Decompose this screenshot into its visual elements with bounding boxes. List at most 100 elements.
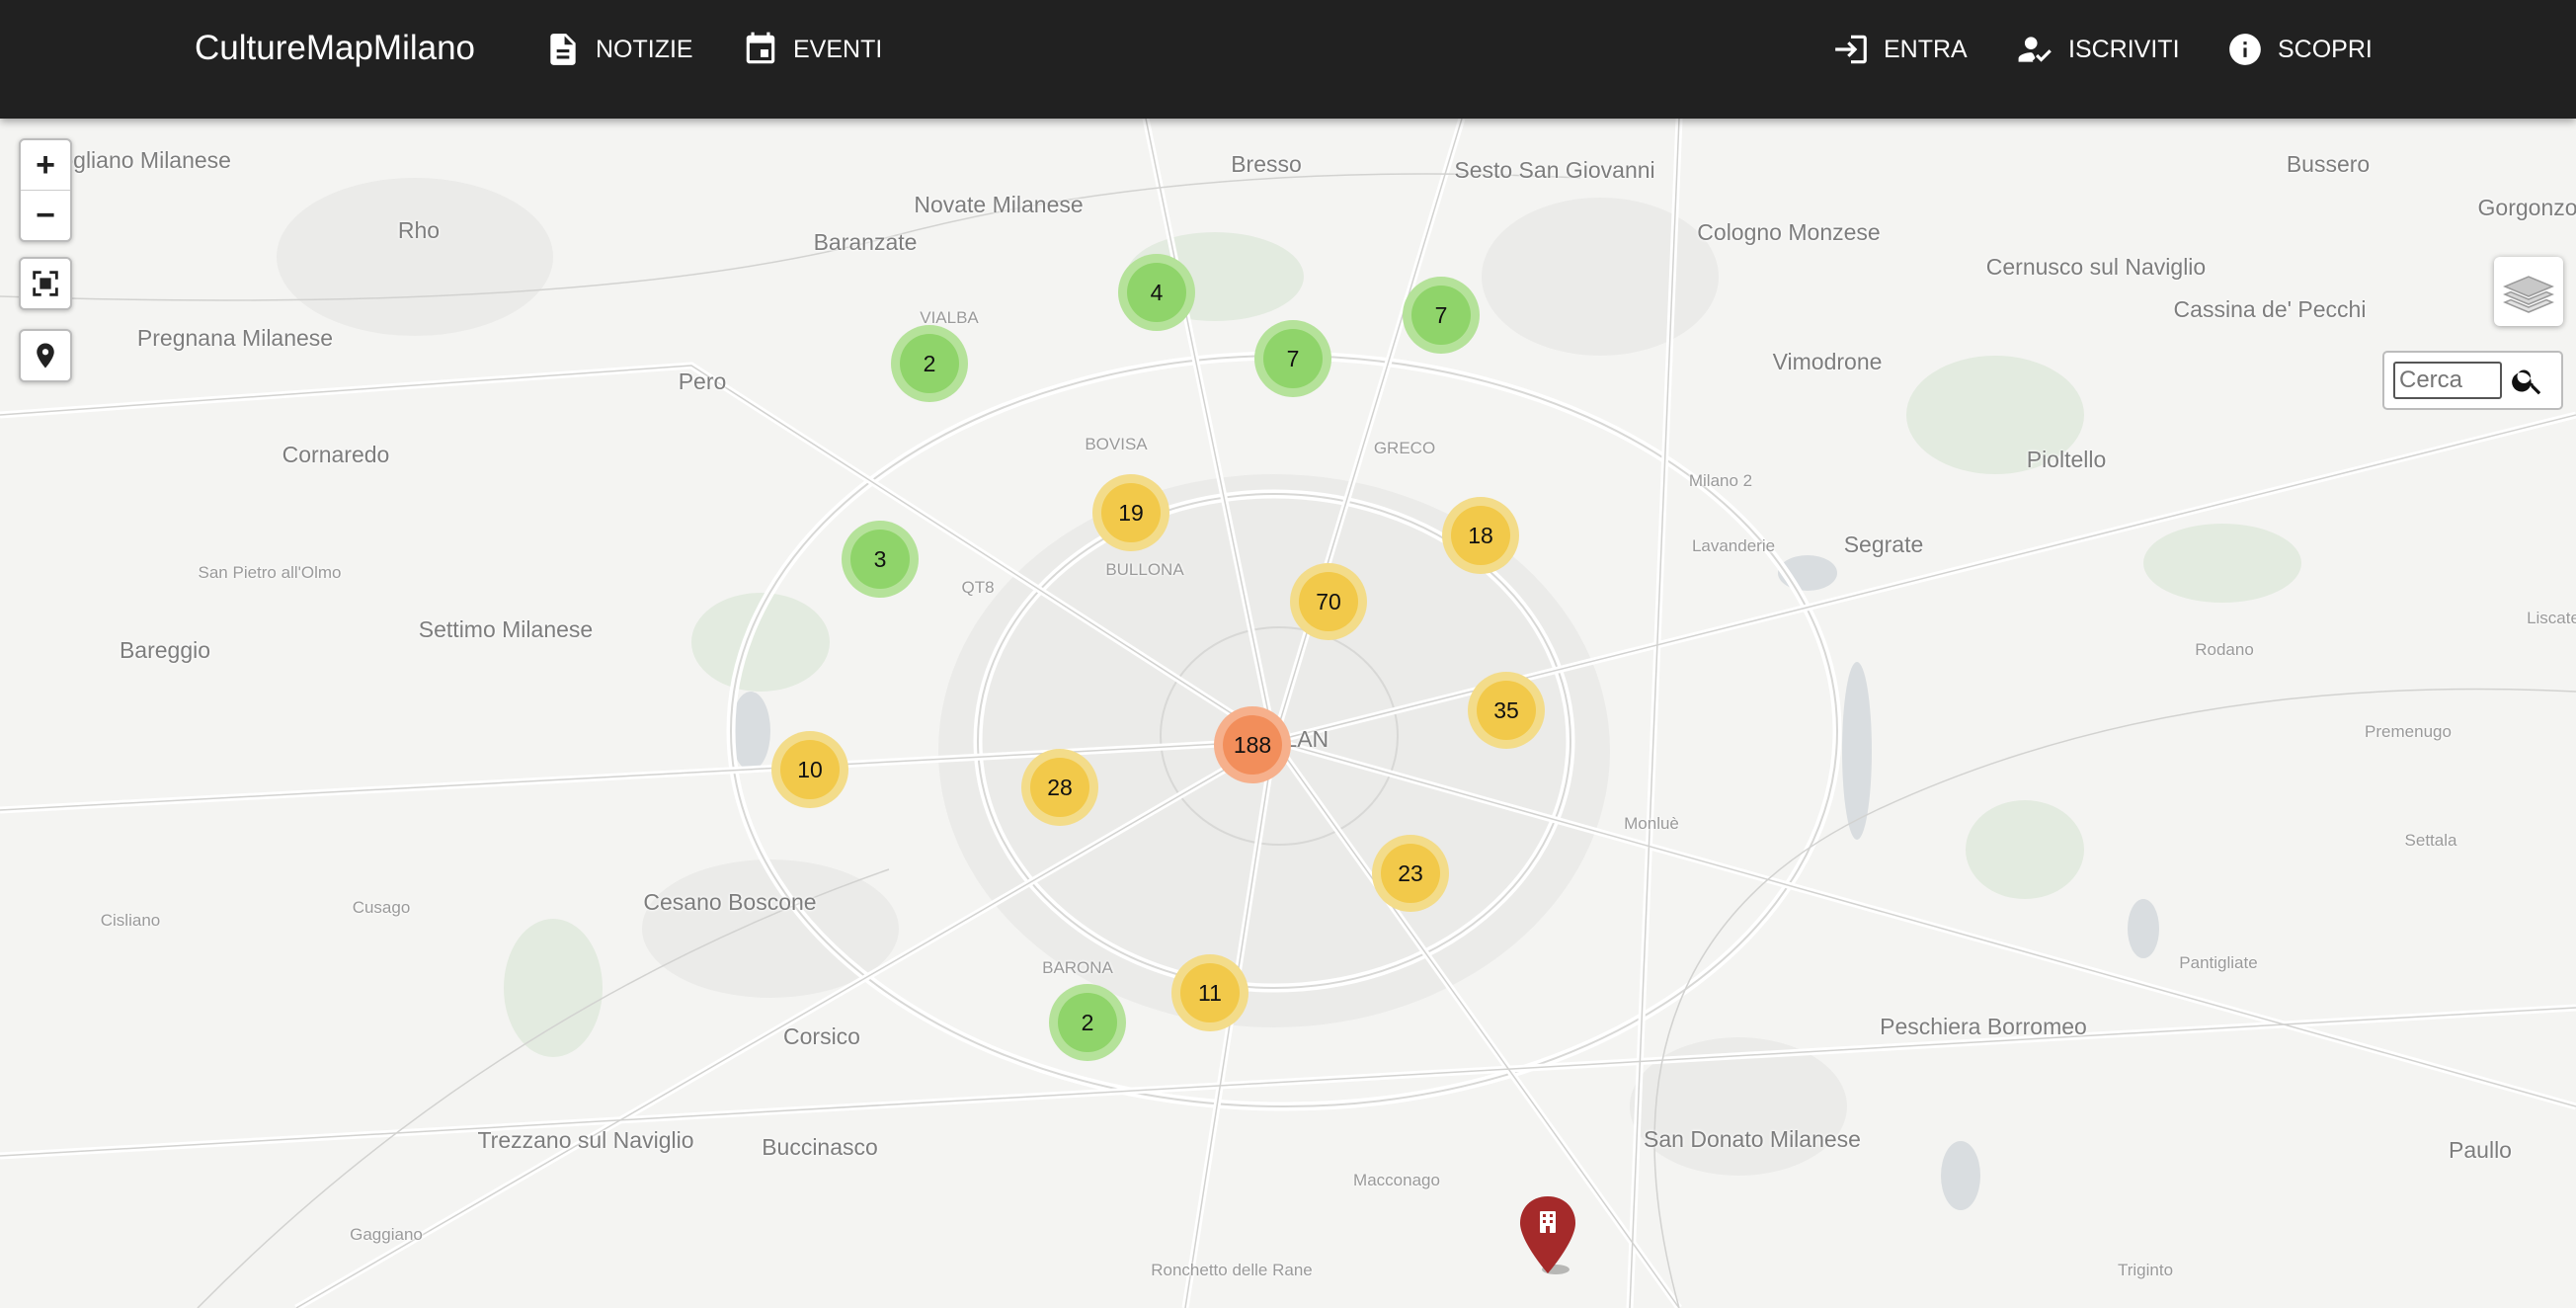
place-label: Bareggio: [119, 636, 211, 663]
place-label: Monluè: [1624, 814, 1679, 834]
place-label: Pioltello: [2026, 446, 2107, 472]
fullscreen-control: [19, 257, 72, 310]
marker-cluster[interactable]: 7: [1403, 277, 1480, 354]
place-label: BARONA: [1042, 958, 1113, 978]
place-label: Cisliano: [100, 911, 161, 931]
place-label: Cernusco sul Naviglio: [1985, 253, 2207, 280]
cluster-count: 19: [1101, 483, 1161, 542]
place-label: Segrate: [1843, 531, 1924, 557]
brand-title[interactable]: CultureMapMilano: [195, 29, 475, 68]
login-icon: [1835, 35, 1867, 64]
marker-cluster[interactable]: 19: [1092, 474, 1169, 551]
marker-cluster[interactable]: 35: [1468, 672, 1545, 749]
marker-cluster[interactable]: 188: [1214, 706, 1291, 783]
nav-notizie-button[interactable]: NOTIZIE: [544, 0, 693, 99]
place-label: Cornaredo: [282, 441, 390, 467]
place-label: Premenugo: [2365, 722, 2452, 742]
nav-notizie-label: NOTIZIE: [596, 35, 693, 63]
person-check-icon: [2018, 37, 2052, 62]
place-label: Milano 2: [1688, 471, 1753, 491]
calendar-icon: [746, 32, 775, 64]
place-label: Cassina de' Pecchi: [2173, 295, 2367, 322]
locate-button[interactable]: [21, 331, 70, 380]
marker-cluster[interactable]: 10: [771, 731, 848, 808]
place-label: San Pietro all'Olmo: [198, 563, 342, 583]
top-app-bar: CultureMapMilano NOTIZIE EVENTI ENTRA IS…: [0, 0, 2576, 119]
cluster-count: 70: [1299, 572, 1358, 631]
marker-cluster[interactable]: 18: [1442, 497, 1519, 574]
cluster-count: 7: [1411, 286, 1471, 345]
zoom-in-button[interactable]: +: [21, 140, 70, 190]
marker-cluster[interactable]: 23: [1372, 835, 1449, 912]
place-label: Ronchetto delle Rane: [1151, 1261, 1313, 1280]
info-icon: [2229, 34, 2261, 65]
marker-cluster[interactable]: 7: [1254, 320, 1331, 397]
place-label: Pregnana Milanese: [136, 324, 334, 351]
place-label: Pero: [678, 368, 727, 394]
place-label: Vimodrone: [1772, 348, 1883, 374]
place-label: Corsico: [783, 1022, 860, 1049]
building-marker[interactable]: [1516, 1194, 1579, 1277]
nav-scopri-button[interactable]: SCOPRI: [2226, 0, 2373, 99]
layers-control-button[interactable]: [2494, 257, 2563, 326]
place-label: Pantigliate: [2179, 953, 2258, 973]
place-label: Baranzate: [813, 228, 918, 255]
zoom-control: + −: [19, 138, 72, 242]
cluster-count: 28: [1030, 758, 1089, 817]
place-label: Rodano: [2195, 640, 2254, 660]
marker-cluster[interactable]: 28: [1021, 749, 1098, 826]
place-label: Cesano Boscone: [643, 888, 817, 915]
locate-control: [19, 329, 72, 382]
cluster-count: 2: [1058, 993, 1117, 1052]
cluster-count: 11: [1180, 963, 1240, 1022]
place-label: Settala: [2404, 831, 2457, 851]
place-label: Bresso: [1231, 150, 1302, 177]
marker-cluster[interactable]: 3: [842, 521, 919, 598]
nav-entra-label: ENTRA: [1884, 35, 1968, 63]
cluster-count: 18: [1451, 506, 1510, 565]
nav-iscriviti-label: ISCRIVITI: [2068, 35, 2180, 63]
place-label: Trezzano sul Naviglio: [477, 1126, 694, 1153]
marker-cluster[interactable]: 4: [1118, 254, 1195, 331]
place-label: Macconago: [1353, 1171, 1440, 1190]
marker-cluster[interactable]: 11: [1171, 954, 1248, 1031]
place-label: Settimo Milanese: [418, 615, 594, 642]
marker-cluster[interactable]: 2: [891, 325, 968, 402]
search-input[interactable]: [2393, 362, 2502, 399]
place-label: Rho: [397, 216, 441, 243]
search-icon[interactable]: [2510, 363, 2545, 398]
place-label: Gaggiano: [350, 1225, 423, 1245]
nav-eventi-button[interactable]: EVENTI: [742, 0, 882, 99]
map-search-control: [2382, 351, 2563, 410]
nav-iscriviti-button[interactable]: ISCRIVITI: [2017, 0, 2180, 99]
place-label: Novate Milanese: [914, 191, 1084, 217]
cluster-count: 10: [780, 740, 840, 799]
place-label: Paullo: [2449, 1136, 2512, 1163]
place-label: BULLONA: [1105, 560, 1184, 580]
cluster-count: 4: [1127, 263, 1186, 322]
location-pin-icon: [37, 343, 54, 368]
map-view[interactable]: Pogliano Milanese Bresso Sesto San Giovann…: [0, 119, 2576, 1308]
fullscreen-button[interactable]: [21, 259, 70, 308]
marker-cluster[interactable]: 70: [1290, 563, 1367, 640]
place-label: Lavanderie: [1691, 536, 1776, 556]
place-label: Gorgonzola: [2477, 194, 2576, 220]
zoom-out-button[interactable]: −: [21, 190, 70, 240]
nav-entra-button[interactable]: ENTRA: [1832, 0, 1968, 99]
place-label: Liscate: [2527, 609, 2576, 628]
nav-eventi-label: EVENTI: [793, 35, 883, 63]
cluster-count: 188: [1223, 715, 1282, 775]
place-label: Cusago: [352, 898, 411, 918]
cluster-count: 2: [900, 334, 959, 393]
nav-scopri-label: SCOPRI: [2278, 35, 2373, 63]
place-label: QT8: [961, 578, 995, 598]
place-label: Cologno Monzese: [1697, 218, 1881, 245]
cluster-count: 35: [1477, 681, 1536, 740]
building-icon: [1540, 1211, 1556, 1233]
marker-cluster[interactable]: 2: [1049, 984, 1126, 1061]
place-label: Pogliano Milanese: [45, 146, 231, 173]
cluster-count: 3: [850, 530, 910, 589]
place-label: Peschiera Borromeo: [1880, 1013, 2087, 1039]
place-label: Bussero: [2286, 150, 2371, 177]
place-label: BOVISA: [1085, 435, 1148, 454]
